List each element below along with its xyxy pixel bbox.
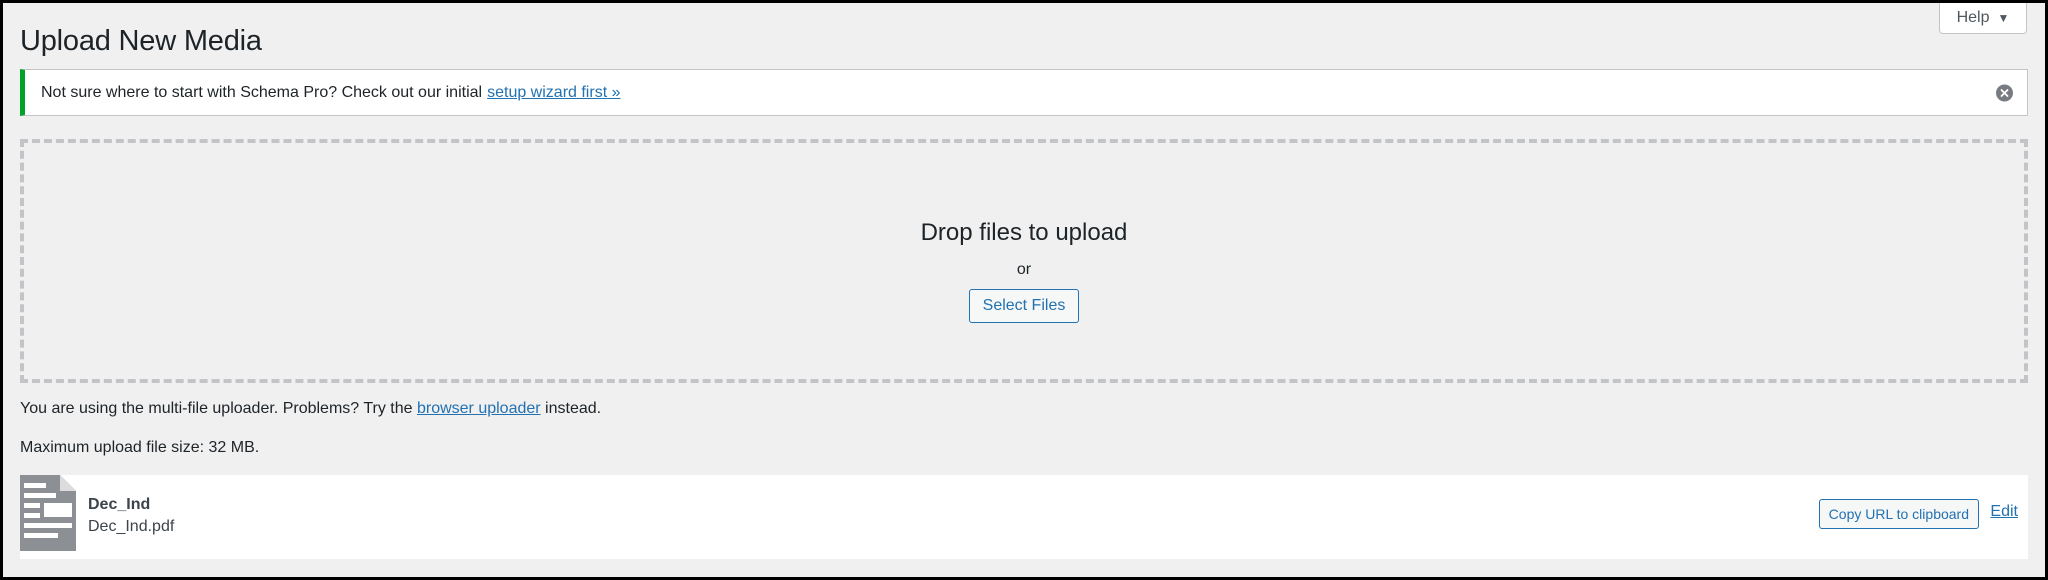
uploaded-media-item: Dec_Ind Dec_Ind.pdf Copy URL to clipboar… <box>20 475 2028 559</box>
caret-down-icon: ▼ <box>1997 11 2010 25</box>
uploader-info-prefix: You are using the multi-file uploader. P… <box>20 400 413 417</box>
document-icon <box>20 475 76 551</box>
uploader-info-suffix: instead. <box>545 400 602 417</box>
drop-files-title: Drop files to upload <box>920 219 1128 246</box>
copy-url-button[interactable]: Copy URL to clipboard <box>1818 499 1979 529</box>
file-name: Dec_Ind.pdf <box>88 518 175 535</box>
uploader-info-line: You are using the multi-file uploader. P… <box>20 400 601 418</box>
help-label: Help <box>1956 9 1990 26</box>
page-title: Upload New Media <box>20 25 262 57</box>
or-text: or <box>1016 261 1032 278</box>
max-upload-size: Maximum upload file size: 32 MB. <box>20 439 260 456</box>
dismiss-icon[interactable] <box>1996 84 2013 101</box>
notice-text: Not sure where to start with Schema Pro?… <box>41 83 483 101</box>
file-title: Dec_Ind <box>88 496 151 513</box>
file-meta: Dec_Ind Dec_Ind.pdf <box>88 494 174 538</box>
drag-drop-area[interactable]: Drop files to upload or Select Files <box>20 139 2028 383</box>
help-tab-button[interactable]: Help ▼ <box>1939 3 2027 34</box>
setup-wizard-link[interactable]: setup wizard first » <box>487 84 620 102</box>
select-files-button[interactable]: Select Files <box>968 289 1080 323</box>
schema-pro-notice: Not sure where to start with Schema Pro?… <box>20 69 2028 116</box>
edit-link[interactable]: Edit <box>1990 503 2018 521</box>
browser-uploader-link[interactable]: browser uploader <box>417 400 541 417</box>
page-frame: Help ▼ Upload New Media Not sure where t… <box>3 3 2045 577</box>
